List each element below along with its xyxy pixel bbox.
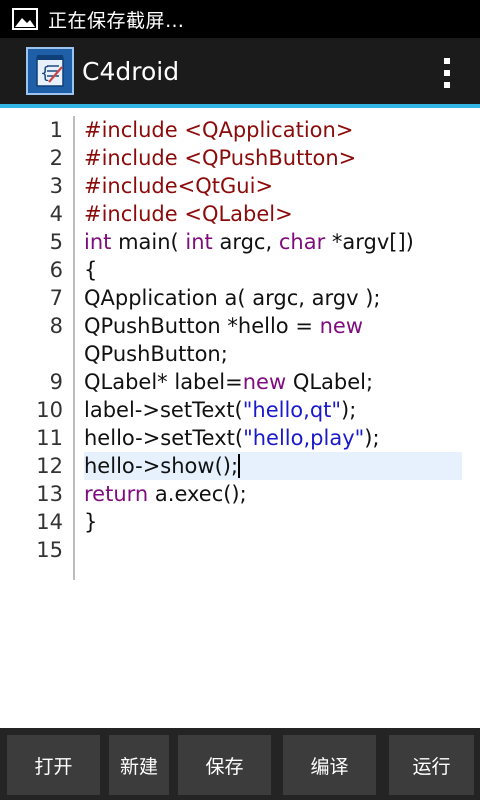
code-line[interactable]: 13 return a.exec(); — [0, 480, 480, 508]
code-token: a.exec(); — [148, 482, 247, 506]
code-token: return — [84, 482, 149, 506]
code-line[interactable]: 5 int main( int argc, char *argv[]) — [0, 228, 480, 256]
bottom-toolbar: 打开 新建 保存 编译 运行 — [0, 728, 480, 800]
code-line[interactable]: 9 QLabel* label=new QLabel; — [0, 368, 480, 396]
line-number: 12 — [36, 454, 63, 478]
code-text: hello->show(); — [84, 452, 238, 480]
line-number: 11 — [36, 426, 63, 450]
code-text: return a.exec(); — [84, 480, 247, 508]
code-text: #include<QtGui> — [84, 172, 273, 200]
code-token: QLabel* label= — [84, 370, 243, 394]
app-title: C4droid — [82, 56, 180, 86]
line-number: 2 — [49, 146, 63, 170]
code-text: #include <QPushButton> — [84, 144, 356, 172]
line-number: 6 — [49, 258, 63, 282]
new-button[interactable]: 新建 — [109, 735, 169, 795]
code-text: QLabel* label=new QLabel; — [84, 368, 373, 396]
code-token: ); — [364, 426, 380, 450]
code-line[interactable]: 12 hello->show(); — [0, 452, 480, 480]
code-text: #include <QLabel> — [84, 200, 293, 228]
code-token: hello->show(); — [84, 454, 239, 478]
code-line[interactable]: 6{ — [0, 256, 480, 284]
code-line[interactable]: 4 #include <QLabel> — [0, 200, 480, 228]
code-editor[interactable]: 1 #include <QApplication> 2 #include <QPush… — [0, 108, 480, 728]
code-token: hello->setText( — [84, 426, 244, 450]
code-token: #include <QApplication> — [84, 118, 354, 142]
code-token: "hello,qt" — [242, 398, 342, 422]
save-button[interactable]: 保存 — [178, 735, 271, 795]
code-token: } — [84, 510, 98, 534]
text-cursor — [238, 454, 240, 478]
code-line[interactable]: 11 hello->setText("hello,play"); — [0, 424, 480, 452]
status-bar: 正在保存截屏… — [0, 0, 480, 38]
code-token: #include<QtGui> — [84, 174, 274, 198]
code-token: main( — [111, 230, 186, 254]
code-token: { — [84, 258, 98, 282]
code-text: QPushButton; — [84, 340, 228, 368]
code-token: "hello,play" — [243, 426, 365, 450]
line-number: 7 — [49, 286, 63, 310]
code-token: int — [84, 230, 112, 254]
run-button[interactable]: 运行 — [389, 735, 474, 795]
code-token: QPushButton *hello = — [84, 314, 320, 338]
code-text: int main( int argc, char *argv[]) — [84, 228, 414, 256]
code-text: label->setText("hello,qt"); — [84, 396, 356, 424]
open-button[interactable]: 打开 — [7, 735, 100, 795]
compile-button[interactable]: 编译 — [283, 735, 376, 795]
code-token: #include <QPushButton> — [84, 146, 357, 170]
c4droid-app-icon[interactable]: { — [26, 47, 74, 95]
code-line[interactable]: 2 #include <QPushButton> — [0, 144, 480, 172]
code-token: char — [278, 230, 326, 254]
code-token: QPushButton; — [84, 342, 228, 366]
action-bar: { C4droid — [0, 38, 480, 108]
line-number: 15 — [36, 538, 63, 562]
status-text: 正在保存截屏… — [48, 9, 185, 32]
line-number: 14 — [36, 510, 63, 534]
code-line[interactable]: 8 QPushButton *hello = new — [0, 312, 480, 340]
code-token: *argv[]) — [325, 230, 414, 254]
overflow-menu-icon[interactable] — [444, 58, 450, 88]
code-token: new — [242, 370, 287, 394]
code-text: } — [84, 508, 97, 536]
code-text: QApplication a( argc, argv ); — [84, 284, 380, 312]
code-text: QPushButton *hello = new — [84, 312, 363, 340]
line-number: 10 — [36, 398, 63, 422]
line-number: 4 — [49, 202, 63, 226]
line-number: 5 — [49, 230, 63, 254]
line-number: 13 — [36, 482, 63, 506]
code-token: int — [185, 230, 213, 254]
code-token: #include <QLabel> — [84, 202, 293, 226]
code-token: QApplication a( argc, argv ); — [84, 286, 381, 310]
image-icon — [12, 8, 38, 30]
code-token: QLabel; — [286, 370, 374, 394]
code-line[interactable]: QPushButton; — [0, 340, 480, 368]
code-text: #include <QApplication> — [84, 116, 353, 144]
code-text: { — [84, 256, 97, 284]
code-line[interactable]: 10 label->setText("hello,qt"); — [0, 396, 480, 424]
code-line[interactable]: 15 — [0, 536, 480, 564]
code-line[interactable]: 7 QApplication a( argc, argv ); — [0, 284, 480, 312]
line-number: 1 — [49, 118, 63, 142]
code-token: new — [319, 314, 363, 338]
code-token: argc, — [212, 230, 279, 254]
line-number: 9 — [49, 370, 63, 394]
code-text: hello->setText("hello,play"); — [84, 424, 380, 452]
code-line[interactable]: 14} — [0, 508, 480, 536]
code-token: label->setText( — [84, 398, 243, 422]
code-token: ); — [341, 398, 357, 422]
line-number: 3 — [49, 174, 63, 198]
code-line[interactable]: 3 #include<QtGui> — [0, 172, 480, 200]
code-line[interactable]: 1 #include <QApplication> — [0, 116, 480, 144]
line-number: 8 — [49, 314, 63, 338]
